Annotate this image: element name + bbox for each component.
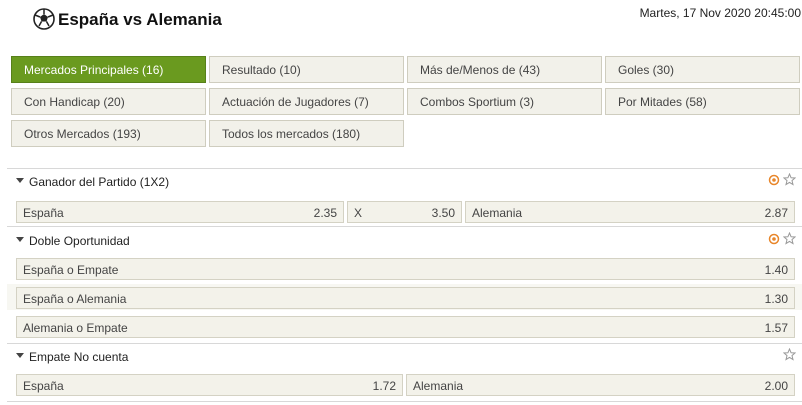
live-stream-icon[interactable] [768,174,780,186]
tab-otros-mercados[interactable]: Otros Mercados (193) [11,120,206,147]
market-icons [768,173,796,186]
odd-button[interactable]: España 2.35 [16,201,344,223]
odd-label: España o Empate [23,263,119,277]
favorite-star-icon[interactable] [783,173,796,186]
tab-todos-mercados[interactable]: Todos los mercados (180) [209,120,404,147]
odd-value: 1.40 [764,263,788,277]
odd-value: 2.35 [313,206,337,220]
tab-mercados-principales[interactable]: Mercados Principales (16) [11,56,206,83]
market-title: Empate No cuenta [29,350,129,364]
market-doble-oportunidad: Doble Oportunidad España o Empate 1.40 E… [7,228,802,338]
odds-row: España 2.35 X 3.50 Alemania 2.87 [7,199,802,225]
soccer-ball-icon [33,8,55,30]
odd-button[interactable]: Alemania 2.87 [465,201,795,223]
odd-button[interactable]: X 3.50 [347,201,462,223]
odd-label: Alemania [472,206,523,220]
match-title: España vs Alemania [58,10,222,29]
market-header[interactable]: Empate No cuenta [7,344,802,370]
odds-row: España 1.72 Alemania 2.00 [7,372,802,398]
odd-button[interactable]: Alemania 2.00 [406,374,795,396]
odd-button[interactable]: Alemania o Empate 1.57 [16,316,795,338]
odd-value: 1.30 [764,292,788,306]
odd-value: 1.57 [764,321,788,335]
market-ganador-partido: Ganador del Partido (1X2) España 2.35 X … [7,169,802,223]
odd-value: 3.50 [431,206,455,220]
odd-value: 2.87 [764,206,788,220]
market-header[interactable]: Ganador del Partido (1X2) [7,169,802,195]
tab-mas-menos[interactable]: Más de/Menos de (43) [407,56,602,83]
odd-label: España o Alemania [23,292,127,306]
odd-label: Alemania o Empate [23,321,128,335]
tab-actuacion-jugadores[interactable]: Actuación de Jugadores (7) [209,88,404,115]
odd-button[interactable]: España o Alemania 1.30 [16,287,795,309]
collapse-caret-icon[interactable] [16,237,24,242]
odds-row: España o Empate 1.40 [7,256,802,282]
market-header[interactable]: Doble Oportunidad [7,228,802,254]
odd-label: Alemania [413,379,464,393]
odds-row: Alemania o Empate 1.57 [7,314,802,340]
divider [7,226,802,227]
odd-button[interactable]: España o Empate 1.40 [16,258,795,280]
odds-row: España o Alemania 1.30 [7,285,802,311]
market-empate-no-cuenta: Empate No cuenta España 1.72 Alemania 2.… [7,344,802,396]
divider [7,401,802,402]
odd-label: X [354,206,363,220]
match-header: España vs Alemania Martes, 17 Nov 2020 2… [0,0,802,40]
market-icons [768,232,796,245]
tab-combos-sportium[interactable]: Combos Sportium (3) [407,88,602,115]
market-title: Doble Oportunidad [29,234,130,248]
match-datetime: Martes, 17 Nov 2020 20:45:00 [639,6,801,20]
market-title: Ganador del Partido (1X2) [29,175,170,189]
tab-goles[interactable]: Goles (30) [605,56,800,83]
odd-label: España [23,206,64,220]
favorite-star-icon[interactable] [783,232,796,245]
odd-button[interactable]: España 1.72 [16,374,403,396]
tab-resultado[interactable]: Resultado (10) [209,56,404,83]
odd-value: 1.72 [372,379,396,393]
tab-con-handicap[interactable]: Con Handicap (20) [11,88,206,115]
favorite-star-icon[interactable] [783,348,796,361]
collapse-caret-icon[interactable] [16,178,24,183]
live-stream-icon[interactable] [768,233,780,245]
collapse-caret-icon[interactable] [16,353,24,358]
odd-value: 2.00 [764,379,788,393]
odd-label: España [23,379,64,393]
tab-por-mitades[interactable]: Por Mitades (58) [605,88,800,115]
market-icons [783,348,796,361]
